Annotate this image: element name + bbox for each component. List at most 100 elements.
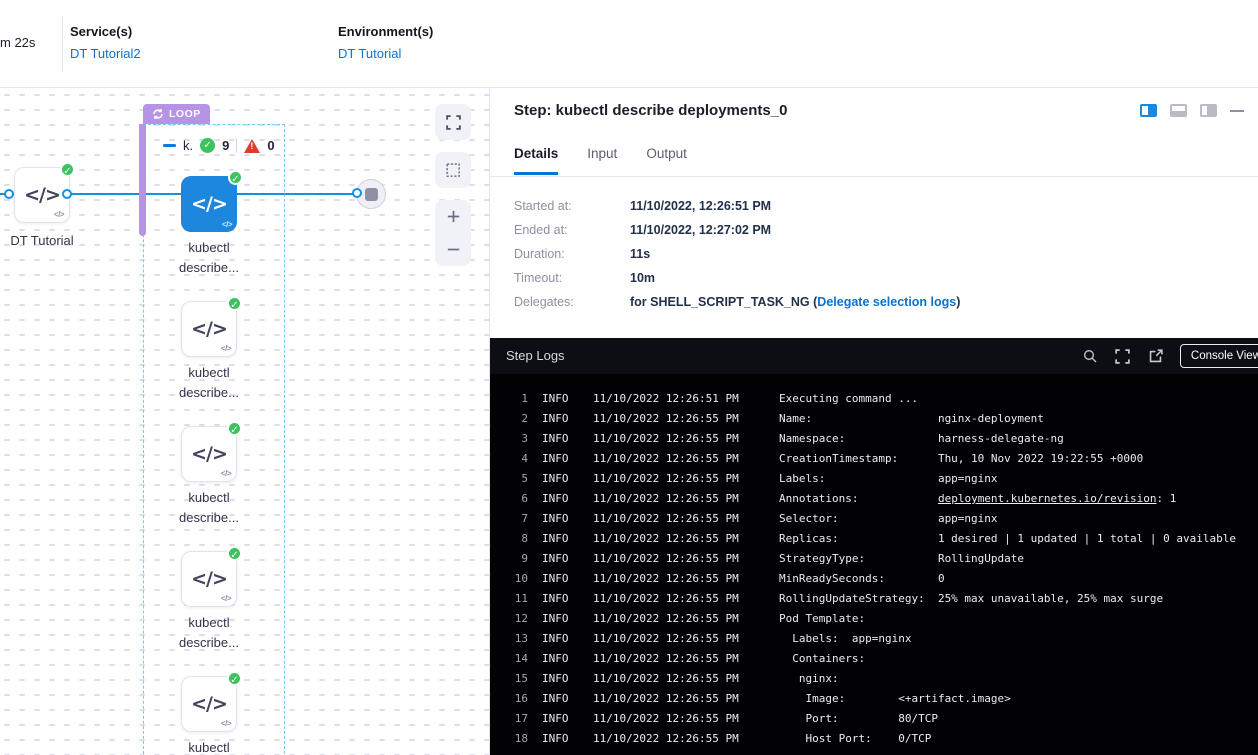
zoom-in-icon[interactable] [445,208,462,225]
log-message: Labels: app=nginx [779,629,911,649]
log-timestamp: 11/10/2022 12:26:55 PM [593,569,743,589]
code-icon: </> [191,193,227,215]
detail-label: Duration: [514,247,630,261]
log-body[interactable]: 1 INFO 11/10/2022 12:26:51 PM Executing … [490,374,1258,749]
collapse-group-button[interactable] [163,144,176,147]
log-line-number: 15 [502,669,528,689]
node-kubectl-describe-4[interactable]: </> </> ✓ [181,551,237,607]
log-timestamp: 11/10/2022 12:26:51 PM [593,389,743,409]
log-line-number: 14 [502,649,528,669]
canvas-zoom-controls [435,200,471,266]
detail-value: 11s [630,247,650,261]
success-count-icon: ✓ [200,138,215,153]
pipeline-canvas[interactable]: LOOP k. ✓ 9 0 </> </> ✓ DT Tutorial </> … [0,88,490,755]
step-panel-title: Step: kubectl describe deployments_0 [514,102,787,119]
execution-top-bar: m 22s Service(s) DT Tutorial2 Environmen… [0,0,1258,88]
code-mini-icon: </> [221,344,231,353]
node-kubectl-describe-3[interactable]: </> </> ✓ [181,426,237,482]
log-link[interactable]: deployment.kubernetes.io/revision [938,492,1157,505]
layout-bottom-view-icon[interactable] [1170,104,1187,117]
loop-icon [152,108,164,120]
search-icon[interactable] [1082,348,1098,364]
log-message: Containers: [779,649,865,669]
log-timestamp: 11/10/2022 12:26:55 PM [593,529,743,549]
loop-badge-label: LOOP [169,108,201,120]
divider [236,138,237,153]
node-kubectl-describe-5[interactable]: </> </> ✓ [181,676,237,732]
log-timestamp: 11/10/2022 12:26:55 PM [593,449,743,469]
node-label: kubectldescribe... [154,363,264,403]
tab-input[interactable]: Input [587,146,617,175]
edge-connector-dot [352,188,362,198]
service-label: Service(s) [70,24,141,39]
edge-connector-dot [62,189,72,199]
layout-split-view-icon[interactable] [1140,104,1157,117]
log-line: 6 INFO 11/10/2022 12:26:55 PM Annotation… [490,489,1258,509]
log-timestamp: 11/10/2022 12:26:55 PM [593,549,743,569]
log-line-number: 8 [502,529,528,549]
success-badge-icon: ✓ [227,546,242,561]
step-group-header: k. ✓ 9 0 [163,138,275,153]
log-level: INFO [542,589,576,609]
log-line-number: 17 [502,709,528,729]
loop-badge[interactable]: LOOP [143,104,210,124]
log-line: 4 INFO 11/10/2022 12:26:55 PM CreationTi… [490,449,1258,469]
log-line: 12 INFO 11/10/2022 12:26:55 PM Pod Templ… [490,609,1258,629]
log-timestamp: 11/10/2022 12:26:55 PM [593,609,743,629]
service-link[interactable]: DT Tutorial2 [70,46,141,61]
external-link-icon[interactable] [1147,348,1164,365]
layout-right-view-icon[interactable] [1200,104,1217,117]
detail-label: Delegates: [514,295,630,309]
log-message: MinReadySeconds: 0 [779,569,945,589]
console-view-button[interactable]: Console View [1180,344,1258,368]
log-line: 17 INFO 11/10/2022 12:26:55 PM Port: 80/… [490,709,1258,729]
log-line-number: 1 [502,389,528,409]
detail-row-ended: Ended at: 11/10/2022, 12:27:02 PM [514,218,960,242]
minimize-panel-icon[interactable] [1230,110,1244,112]
detail-value: 11/10/2022, 12:26:51 PM [630,199,771,213]
node-label: kubectldescribe... [154,488,264,528]
marquee-select-icon [445,162,462,179]
failure-count-icon [244,139,260,153]
code-mini-icon: </> [54,210,64,219]
log-line: 3 INFO 11/10/2022 12:26:55 PM Namespace:… [490,429,1258,449]
step-logs-title: Step Logs [506,348,565,363]
canvas-fullscreen-button[interactable] [435,104,471,140]
canvas-reset-selection-button[interactable] [435,152,471,188]
log-line-number: 12 [502,609,528,629]
step-logs-header: Step Logs Console View [490,338,1258,374]
fullscreen-icon [445,114,462,131]
log-timestamp: 11/10/2022 12:26:55 PM [593,589,743,609]
log-line-number: 10 [502,569,528,589]
fullscreen-icon[interactable] [1114,348,1131,365]
step-group-name: k. [183,138,193,153]
node-kubectl-describe-1[interactable]: </> </> ✓ [181,176,237,232]
detail-label: Ended at: [514,223,630,237]
divider [490,176,1258,177]
divider [62,16,63,72]
log-timestamp: 11/10/2022 12:26:55 PM [593,649,743,669]
log-level: INFO [542,529,576,549]
tab-output[interactable]: Output [646,146,687,175]
failure-count: 0 [267,138,274,153]
log-timestamp: 11/10/2022 12:26:55 PM [593,489,743,509]
log-level: INFO [542,409,576,429]
environment-link[interactable]: DT Tutorial [338,46,433,61]
detail-value: for SHELL_SCRIPT_TASK_NG (Delegate selec… [630,295,960,309]
log-timestamp: 11/10/2022 12:26:55 PM [593,429,743,449]
log-message: Labels: app=nginx [779,469,998,489]
log-level: INFO [542,629,576,649]
success-count: 9 [222,138,229,153]
tab-details[interactable]: Details [514,146,558,175]
step-details-list: Started at: 11/10/2022, 12:26:51 PM Ende… [514,194,960,314]
log-message: CreationTimestamp: Thu, 10 Nov 2022 19:2… [779,449,1143,469]
log-level: INFO [542,429,576,449]
node-label: DT Tutorial [0,231,97,251]
log-level: INFO [542,389,576,409]
node-kubectl-describe-2[interactable]: </> </> ✓ [181,301,237,357]
zoom-out-icon[interactable] [445,241,462,258]
log-message: Namespace: harness-delegate-ng [779,429,1064,449]
delegate-selection-logs-link[interactable]: Delegate selection logs [817,295,956,309]
log-line-number: 7 [502,509,528,529]
log-line: 10 INFO 11/10/2022 12:26:55 PM MinReadyS… [490,569,1258,589]
